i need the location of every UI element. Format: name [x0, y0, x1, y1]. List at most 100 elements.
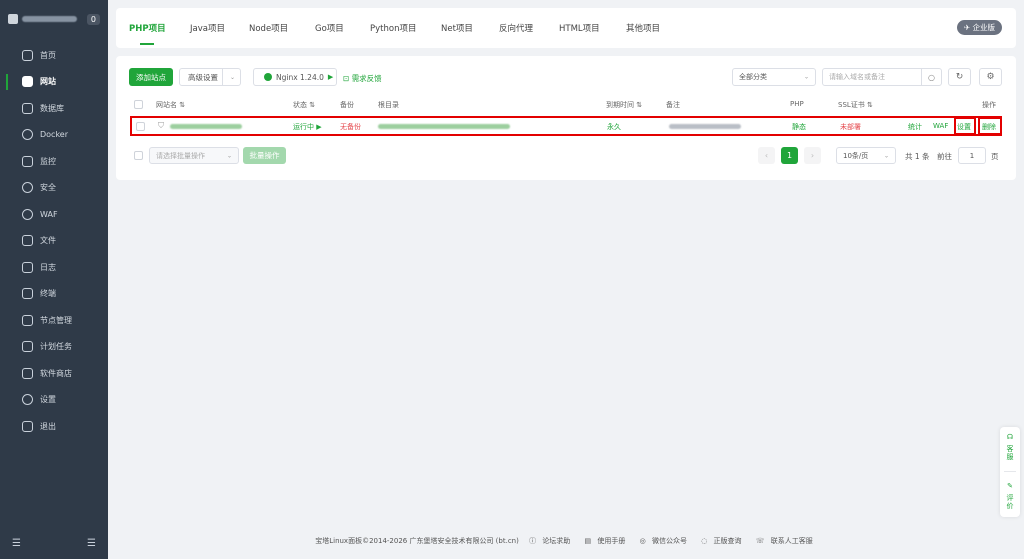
- footer-link-manual[interactable]: ▤ 使用手册: [585, 537, 630, 545]
- tab-php[interactable]: PHP项目: [129, 22, 166, 34]
- footer-link-support[interactable]: ☏ 联系人工客服: [756, 537, 817, 545]
- tab-go[interactable]: Go项目: [315, 22, 344, 34]
- advanced-settings-dropdown[interactable]: 高级设置 ⌄: [179, 68, 241, 86]
- col-expire-label: 到期时间: [606, 101, 634, 109]
- php-version[interactable]: 静态: [792, 122, 806, 132]
- page-size-value: 10条/页: [843, 151, 869, 160]
- table-row[interactable]: ⛉ 运行中 ▶ 无备份 永久 静态 未部署 统计 WAF 设置 删除: [130, 116, 1002, 136]
- footer-link-license[interactable]: ◌ 正版查询: [701, 537, 745, 545]
- sidebar-header: 0: [0, 0, 108, 38]
- customer-service-button[interactable]: 客服: [1005, 445, 1015, 461]
- expire-time[interactable]: 永久: [607, 122, 621, 132]
- logo-icon: [8, 14, 18, 24]
- review-button[interactable]: 评价: [1005, 494, 1015, 510]
- sidebar-item-terminal[interactable]: 终端: [0, 281, 108, 308]
- tab-other[interactable]: 其他项目: [626, 22, 660, 34]
- site-name-redacted[interactable]: [170, 124, 242, 129]
- delete-highlight-box: [978, 117, 1002, 135]
- stats-link[interactable]: 统计: [908, 122, 922, 132]
- footer-link-wechat[interactable]: ◎ 微信公众号: [640, 537, 691, 545]
- folder-icon: [22, 235, 33, 247]
- ssl-status[interactable]: 未部署: [840, 122, 861, 132]
- feedback-icon: ⊡: [343, 74, 350, 83]
- col-expire[interactable]: 到期时间 ⇅: [606, 100, 642, 110]
- sidebar-item-monitor[interactable]: 监控: [0, 148, 108, 175]
- chevron-down-icon: ⌄: [226, 152, 232, 159]
- bulk-action-button[interactable]: 批量操作: [243, 147, 286, 164]
- sidebar-item-files[interactable]: 文件: [0, 228, 108, 255]
- play-icon: ▶: [327, 73, 334, 81]
- sidebar-item-store[interactable]: 软件商店: [0, 360, 108, 387]
- menu-toggle-icon[interactable]: ☰: [87, 538, 96, 549]
- remark-redacted[interactable]: [669, 124, 741, 129]
- col-ssl-label: SSL证书: [838, 101, 865, 109]
- prev-page-button[interactable]: ‹: [758, 147, 775, 164]
- sidebar-item-cron[interactable]: 计划任务: [0, 334, 108, 361]
- footer-link-forum[interactable]: ⓘ 论坛求助: [529, 537, 574, 545]
- footer-link-label: 论坛求助: [542, 537, 571, 545]
- site-status[interactable]: 运行中 ▶: [293, 122, 322, 132]
- sidebar-item-waf[interactable]: WAF: [0, 201, 108, 228]
- nginx-version-button[interactable]: Nginx 1.24.0 ▶: [253, 68, 337, 86]
- notification-count[interactable]: 0: [86, 13, 100, 25]
- category-select[interactable]: 全部分类 ⌄: [732, 68, 816, 86]
- page-size-select[interactable]: 10条/页 ⌄: [836, 147, 896, 164]
- sidebar-item-label: 安全: [40, 183, 56, 193]
- menu-collapse-icon[interactable]: ☰: [12, 538, 21, 549]
- feedback-link[interactable]: ⊡ 需求反馈: [343, 73, 382, 84]
- col-php: PHP: [790, 100, 804, 108]
- col-ssl[interactable]: SSL证书 ⇅: [838, 100, 873, 110]
- root-path-redacted[interactable]: [378, 124, 510, 129]
- sidebar-item-label: 计划任务: [40, 342, 72, 352]
- sidebar-item-docker[interactable]: Docker: [0, 122, 108, 149]
- current-page[interactable]: 1: [781, 147, 798, 164]
- sidebar-item-logout[interactable]: 退出: [0, 413, 108, 440]
- waf-link[interactable]: WAF: [933, 122, 948, 130]
- col-name[interactable]: 网站名 ⇅: [156, 100, 185, 110]
- col-ops: 操作: [982, 101, 996, 109]
- add-site-button[interactable]: 添加站点: [129, 68, 173, 86]
- select-all-checkbox[interactable]: [134, 100, 143, 109]
- tab-html[interactable]: HTML项目: [559, 22, 600, 34]
- log-icon: [22, 261, 33, 273]
- refresh-button[interactable]: ↻: [948, 68, 971, 86]
- play-icon: ▶: [316, 123, 322, 131]
- col-remark: 备注: [666, 101, 680, 109]
- next-page-button[interactable]: ›: [804, 147, 821, 164]
- sidebar-item-label: 首页: [40, 50, 56, 60]
- col-status[interactable]: 状态 ⇅: [293, 100, 315, 110]
- search-icon[interactable]: ○: [921, 69, 941, 85]
- sidebar-item-website[interactable]: 网站: [0, 69, 108, 96]
- bulk-select-checkbox[interactable]: [134, 151, 143, 160]
- chevron-down-icon: ⌄: [803, 73, 809, 81]
- sidebar-item-database[interactable]: 数据库: [0, 95, 108, 122]
- sidebar-item-label: Docker: [40, 130, 69, 140]
- sidebar-item-logs[interactable]: 日志: [0, 254, 108, 281]
- column-settings-button[interactable]: ⚙: [979, 68, 1002, 86]
- page-jump-input[interactable]: 1: [958, 147, 986, 164]
- goto-label: 前往: [937, 152, 952, 161]
- sidebar-item-home[interactable]: 首页: [0, 42, 108, 69]
- tab-net[interactable]: Net项目: [441, 22, 473, 34]
- enterprise-badge[interactable]: ✈ 企业版: [956, 20, 1002, 35]
- bulk-action-select[interactable]: 请选择批量操作 ⌄: [149, 147, 239, 164]
- sidebar-item-label: 文件: [40, 236, 56, 246]
- sidebar-item-label: 网站: [40, 77, 56, 87]
- sidebar-item-security[interactable]: 安全: [0, 175, 108, 202]
- sidebar-item-nodes[interactable]: 节点管理: [0, 307, 108, 334]
- tab-reverse-proxy[interactable]: 反向代理: [499, 22, 533, 34]
- sort-icon: ⇅: [179, 101, 186, 109]
- tab-python[interactable]: Python项目: [370, 22, 416, 34]
- page-suffix: 页: [991, 152, 999, 161]
- copyright-text: 宝塔Linux面板©2014-2026 广东堡塔安全技术有限公司 (bt.cn): [315, 537, 519, 545]
- row-checkbox[interactable]: [136, 122, 145, 131]
- footer-link-label: 联系人工客服: [770, 537, 813, 545]
- floating-service-panel: ☊ 客服 ✎ 评价: [1000, 427, 1020, 517]
- search-input[interactable]: 请输入域名或备注 ○: [822, 68, 942, 86]
- tab-java[interactable]: Java项目: [190, 22, 225, 34]
- backup-status[interactable]: 无备份: [340, 122, 361, 132]
- sidebar-item-settings[interactable]: 设置: [0, 387, 108, 414]
- tab-node[interactable]: Node项目: [249, 22, 288, 34]
- bulk-action-placeholder: 请选择批量操作: [156, 151, 205, 160]
- node-icon: [22, 314, 33, 326]
